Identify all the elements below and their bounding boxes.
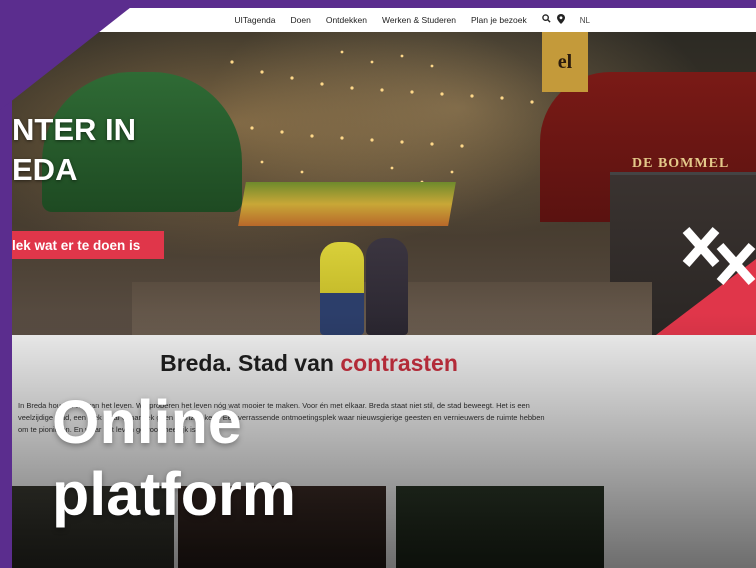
nav-item-werken-studeren[interactable]: Werken & Studeren xyxy=(382,15,456,25)
content-title-prefix: Breda. Stad van xyxy=(160,350,341,376)
nav-icons xyxy=(541,13,565,27)
search-icon[interactable] xyxy=(541,14,551,26)
person-yellow-jacket xyxy=(320,242,364,335)
shop-sign: el xyxy=(542,32,588,92)
location-pin-icon[interactable] xyxy=(556,13,565,27)
shop-name-sign: DE BOMMEL xyxy=(632,156,730,171)
language-switch[interactable]: NL xyxy=(580,16,590,25)
person-dark-jacket xyxy=(366,238,408,335)
purple-corner-decoration xyxy=(0,0,140,110)
content-title-accent: contrasten xyxy=(340,350,458,376)
nav-item-plan-je-bezoek[interactable]: Plan je bezoek xyxy=(471,15,527,25)
nav-item-doen[interactable]: Doen xyxy=(291,15,311,25)
hero-cta-button[interactable]: lek wat er te doen is xyxy=(12,231,164,259)
nav-item-uitagenda[interactable]: UITagenda xyxy=(234,15,275,25)
breda-xx-logo-icon xyxy=(682,227,756,285)
hero-title: NTER IN EDA xyxy=(12,112,136,187)
nav-item-ontdekken[interactable]: Ontdekken xyxy=(326,15,367,25)
overlay-title: Online platform xyxy=(52,388,296,528)
content-title: Breda. Stad van contrasten xyxy=(12,350,756,377)
content-card[interactable] xyxy=(396,486,604,568)
yellow-awning xyxy=(238,182,456,226)
